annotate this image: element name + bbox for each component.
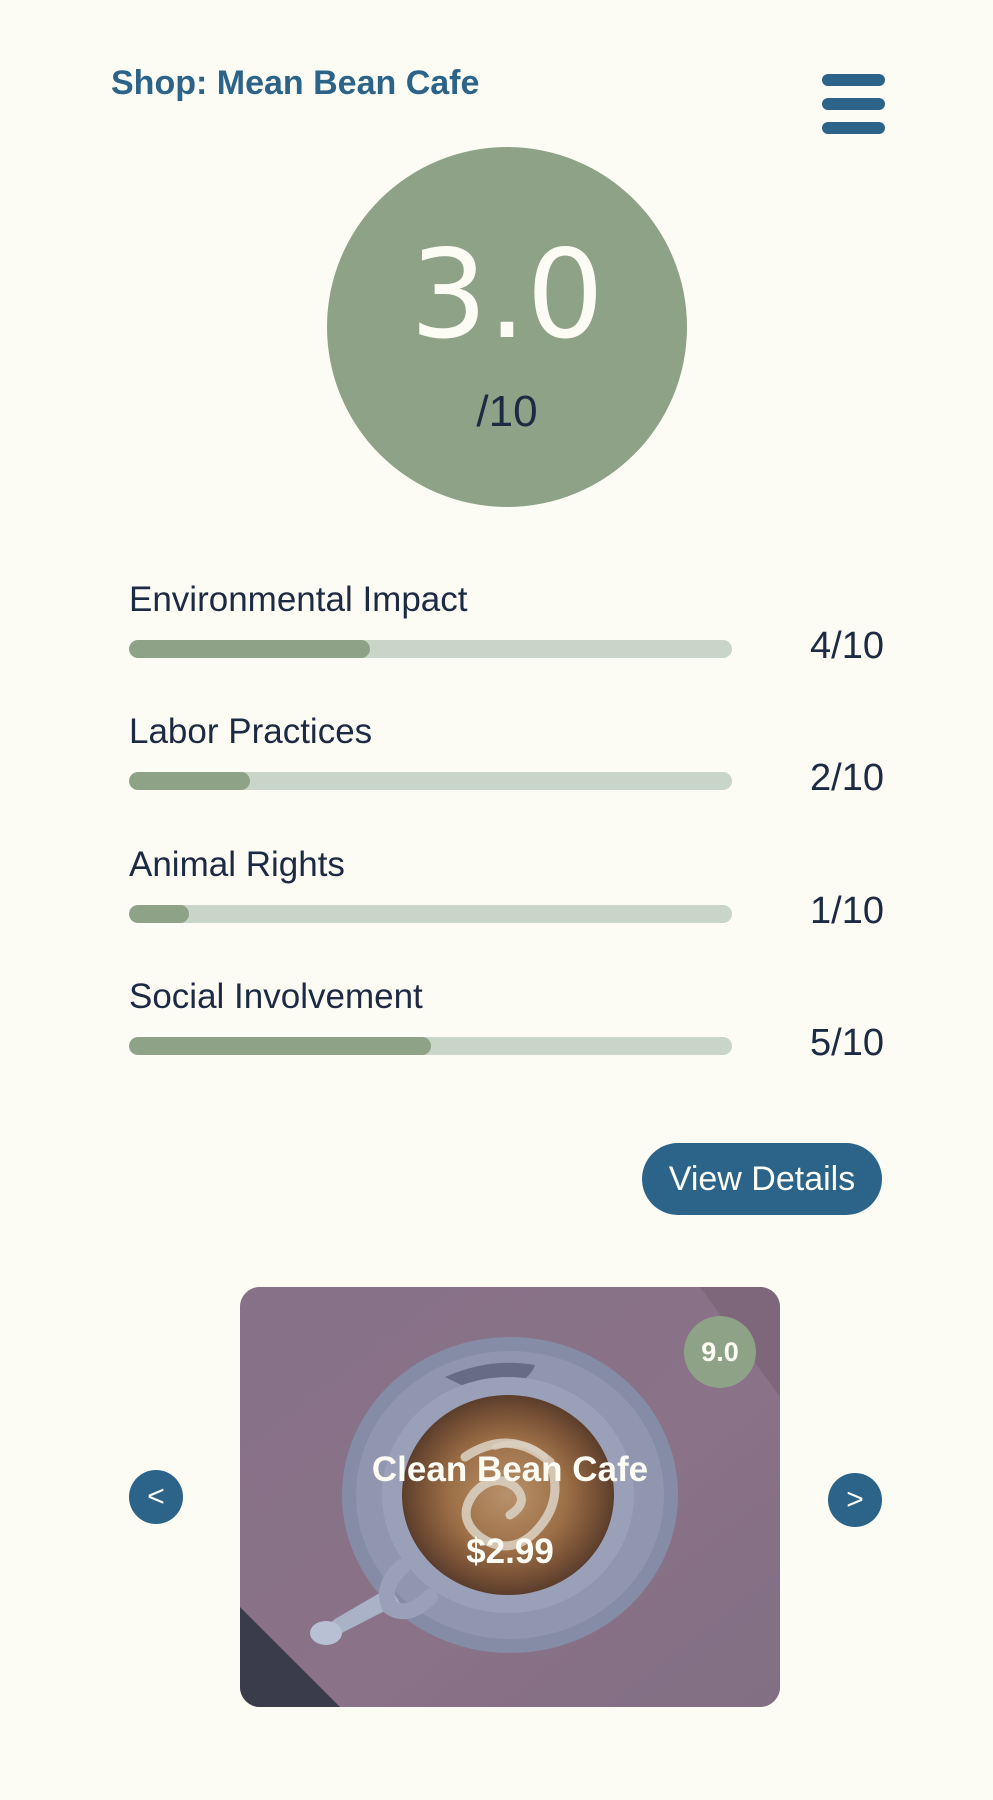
shop-title: Shop: Mean Bean Cafe: [111, 64, 480, 102]
carousel-prev-button[interactable]: <: [129, 1470, 183, 1524]
metric-label: Social Involvement: [129, 977, 423, 1016]
metric-social-involvement: Social Involvement 5/10: [129, 977, 889, 1067]
metric-labor-practices: Labor Practices 2/10: [129, 712, 889, 802]
overall-score-value: 3.0: [409, 224, 605, 366]
metric-progress-track: [129, 1037, 732, 1055]
overall-score-circle: 3.0 /10: [327, 147, 687, 507]
metric-score: 2/10: [810, 757, 884, 799]
card-price: $2.99: [466, 1532, 554, 1571]
menu-bar: [822, 74, 885, 86]
menu-bar: [822, 98, 885, 110]
metric-score: 4/10: [810, 625, 884, 667]
metric-progress-fill: [129, 1037, 431, 1055]
metric-progress-fill: [129, 772, 250, 790]
metric-label: Labor Practices: [129, 712, 373, 751]
metric-environmental-impact: Environmental Impact 4/10: [129, 580, 889, 670]
metric-label: Animal Rights: [129, 845, 345, 884]
overall-score-max: /10: [476, 387, 538, 436]
metric-progress-fill: [129, 905, 190, 923]
carousel-next-button[interactable]: >: [828, 1473, 882, 1527]
hamburger-menu-icon[interactable]: [822, 74, 885, 136]
card-rating-badge: 9.0: [684, 1316, 756, 1388]
metric-score: 5/10: [810, 1022, 884, 1064]
menu-bar: [822, 122, 885, 134]
card-shop-name: Clean Bean Cafe: [371, 1450, 649, 1489]
metric-progress-track: [129, 905, 732, 923]
metric-score: 1/10: [810, 890, 884, 932]
metric-progress-track: [129, 640, 732, 658]
metric-progress-fill: [129, 640, 371, 658]
view-details-button[interactable]: View Details: [642, 1143, 882, 1215]
shop-card[interactable]: 9.0 Clean Bean Cafe $2.99: [240, 1287, 780, 1707]
metric-label: Environmental Impact: [129, 580, 468, 619]
metric-animal-rights: Animal Rights 1/10: [129, 845, 889, 935]
metric-progress-track: [129, 772, 732, 790]
